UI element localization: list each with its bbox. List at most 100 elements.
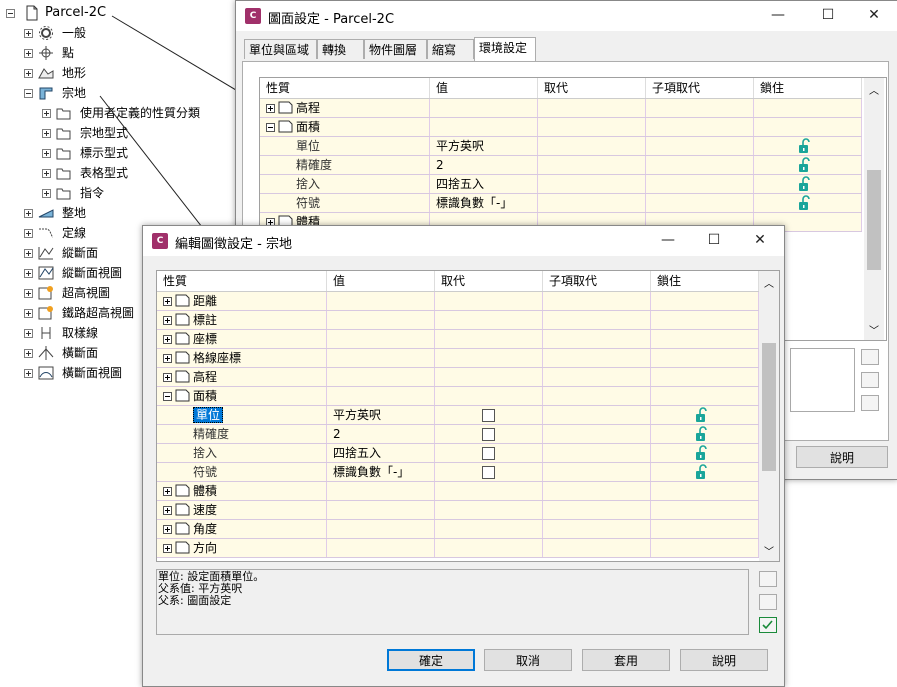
maximize-button[interactable]: ☐ [818, 5, 838, 25]
unlock-icon[interactable] [798, 138, 812, 154]
section-row[interactable]: 標註 [157, 311, 759, 330]
unlock-icon[interactable] [798, 176, 812, 192]
help-button[interactable]: 說明 [796, 446, 888, 468]
override-checkbox[interactable] [482, 428, 495, 441]
column-header-4[interactable]: 子項取代 [646, 78, 754, 98]
minimize-button[interactable]: — [768, 5, 788, 25]
unlock-icon[interactable] [695, 464, 709, 480]
section-row[interactable]: 體積 [157, 482, 759, 501]
column-header-1[interactable]: 性質 [260, 78, 430, 98]
column-header-5[interactable]: 鎖住 [754, 78, 862, 98]
lock-cell[interactable] [754, 175, 862, 193]
property-row[interactable]: 單位 平方英呎 [260, 137, 862, 156]
column-header-3[interactable]: 取代 [435, 271, 543, 291]
section-row[interactable]: 格線座標 [157, 349, 759, 368]
lock-cell[interactable] [651, 406, 759, 424]
section-row[interactable]: 方向 [157, 539, 759, 558]
lock-cell[interactable] [754, 137, 862, 155]
property-row[interactable]: 捨入 四捨五入 [260, 175, 862, 194]
property-value[interactable]: 2 [430, 156, 538, 174]
tab-3[interactable]: 物件圖層 [364, 39, 427, 59]
override-checkbox[interactable] [482, 409, 495, 422]
empty-cell [651, 349, 759, 367]
section-row[interactable]: 角度 [157, 520, 759, 539]
override-cell[interactable] [538, 194, 646, 212]
empty-cell [327, 501, 435, 519]
property-value[interactable]: 平方英呎 [430, 137, 538, 155]
override-cell[interactable] [538, 175, 646, 193]
property-value[interactable]: 標識負數「-」 [430, 194, 538, 212]
property-row[interactable]: 符號 標識負數「-」 [157, 463, 759, 482]
close-button[interactable]: ✕ [864, 5, 884, 25]
ok-button[interactable]: 確定 [387, 649, 475, 671]
tab-5[interactable]: 環境設定 [474, 37, 536, 61]
unlock-icon[interactable] [798, 195, 812, 211]
override-checkbox[interactable] [482, 447, 495, 460]
override-cell[interactable] [538, 137, 646, 155]
collapse-all-icon[interactable] [759, 594, 777, 610]
property-value[interactable]: 2 [327, 425, 435, 443]
scroll-down-icon[interactable]: ﹀ [869, 322, 879, 337]
property-row[interactable]: 捨入 四捨五入 [157, 444, 759, 463]
property-row[interactable]: 單位 平方英呎 [157, 406, 759, 425]
column-header-5[interactable]: 鎖住 [651, 271, 759, 291]
scroll-thumb[interactable] [762, 343, 776, 471]
unlock-icon[interactable] [798, 157, 812, 173]
property-row[interactable]: 精確度 2 [157, 425, 759, 444]
section-row[interactable]: 高程 [260, 99, 862, 118]
expand-all-icon[interactable] [861, 349, 879, 365]
column-header-3[interactable]: 取代 [538, 78, 646, 98]
tab-4[interactable]: 縮寫 [427, 39, 474, 59]
column-header-2[interactable]: 值 [430, 78, 538, 98]
close-button[interactable]: ✕ [750, 230, 770, 250]
help-button[interactable]: 說明 [680, 649, 768, 671]
override-cell[interactable] [435, 425, 543, 443]
override-cell[interactable] [435, 406, 543, 424]
section-row[interactable]: 速度 [157, 501, 759, 520]
override-cell[interactable] [435, 444, 543, 462]
section-row[interactable]: 高程 [157, 368, 759, 387]
maximize-button[interactable]: ☐ [704, 230, 724, 250]
minimize-button[interactable]: — [658, 230, 678, 250]
apply-button[interactable]: 套用 [582, 649, 670, 671]
section-row[interactable]: 座標 [157, 330, 759, 349]
unlock-icon[interactable] [695, 445, 709, 461]
check-icon[interactable] [861, 395, 879, 411]
unlock-icon[interactable] [695, 407, 709, 423]
column-header-4[interactable]: 子項取代 [543, 271, 651, 291]
scroll-down-icon[interactable]: ﹀ [764, 543, 774, 558]
lock-cell[interactable] [651, 444, 759, 462]
scroll-thumb[interactable] [867, 170, 881, 270]
property-row[interactable]: 精確度 2 [260, 156, 862, 175]
override-cell[interactable] [435, 463, 543, 481]
section-row[interactable]: 面積 [157, 387, 759, 406]
override-checkbox[interactable] [482, 466, 495, 479]
lock-cell[interactable] [754, 194, 862, 212]
property-value[interactable]: 平方英呎 [327, 406, 435, 424]
property-name-cell: 單位 [282, 137, 430, 155]
property-row[interactable]: 符號 標識負數「-」 [260, 194, 862, 213]
scroll-up-icon[interactable]: ︿ [869, 82, 879, 97]
property-value[interactable]: 四捨五入 [327, 444, 435, 462]
section-row[interactable]: 距離 [157, 292, 759, 311]
scroll-up-icon[interactable]: ︿ [764, 275, 774, 290]
vertical-scrollbar[interactable]: ︿ ﹀ [759, 271, 779, 561]
property-value[interactable]: 標識負數「-」 [327, 463, 435, 481]
override-cell[interactable] [538, 156, 646, 174]
vertical-scrollbar[interactable]: ︿ ﹀ [864, 78, 884, 340]
lock-cell[interactable] [651, 463, 759, 481]
check-icon[interactable] [759, 617, 777, 633]
unlock-icon[interactable] [695, 426, 709, 442]
column-header-2[interactable]: 值 [327, 271, 435, 291]
empty-cell [651, 501, 759, 519]
expand-all-icon[interactable] [759, 571, 777, 587]
section-row[interactable]: 面積 [260, 118, 862, 137]
property-value[interactable]: 四捨五入 [430, 175, 538, 193]
lock-cell[interactable] [754, 156, 862, 174]
tab-1[interactable]: 單位與區域 [244, 39, 317, 59]
collapse-all-icon[interactable] [861, 372, 879, 388]
column-header-1[interactable]: 性質 [157, 271, 327, 291]
cancel-button[interactable]: 取消 [484, 649, 572, 671]
tab-2[interactable]: 轉換 [317, 39, 364, 59]
lock-cell[interactable] [651, 425, 759, 443]
